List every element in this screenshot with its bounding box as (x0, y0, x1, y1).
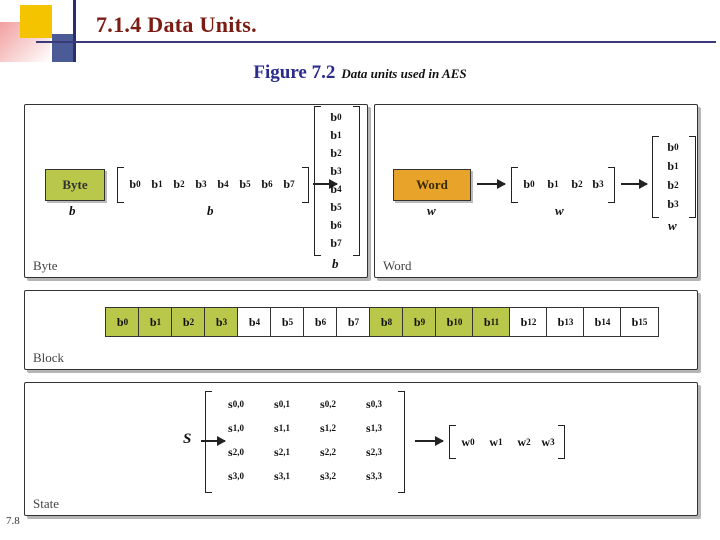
state-cell-2-1: s 2,1 (274, 444, 290, 459)
panel-state: State S s 0,0 s 0,1 s 0,2 s 0,3 s 1,0 s 1,1 s1… (24, 382, 698, 516)
byte-col-cell-0: b0 (330, 109, 342, 124)
page-title: 7.1.4 Data Units. (96, 12, 257, 37)
state-cell-1-2: s 1,2 (320, 420, 336, 435)
state-cell-0-2: s 0,2 (320, 396, 336, 411)
byte-row-cell-0: b0 (129, 176, 141, 191)
header-rule (36, 41, 716, 43)
state-word-3: w3 (541, 434, 555, 449)
state-cell-2-2: s 2,2 (320, 444, 336, 459)
word-column-group: b0 b1 b2 b3 w (652, 136, 698, 233)
byte-col-cell-7: b7 (330, 235, 342, 250)
word-arrow-1-icon (477, 179, 506, 189)
decoration-vertical-line (73, 0, 76, 62)
state-word-0: w0 (461, 434, 475, 449)
decoration-blue-square (52, 34, 74, 62)
slide-number: 7.8 (6, 515, 20, 527)
state-cell-3-1: s 3,1 (274, 468, 290, 483)
block-cell-2: b2 (171, 307, 206, 337)
word-col-cell-0: b0 (667, 139, 679, 154)
word-box: Word (393, 169, 471, 201)
word-col-cell-2: b2 (667, 177, 679, 192)
state-cell-3-2: s 3,2 (320, 468, 336, 483)
block-cell-7: b7 (336, 307, 371, 337)
block-cell-11: b 11 (472, 307, 511, 337)
state-cell-0-0: s 0,0 (228, 396, 244, 411)
header-decoration (0, 0, 92, 62)
panel-byte-label: Byte (33, 258, 58, 273)
panel-block-label: Block (33, 350, 65, 365)
block-cell-13: b 13 (546, 307, 585, 337)
word-col-cell-1: b1 (667, 158, 679, 173)
word-row-cell-1: b1 (547, 176, 559, 191)
block-cell-1: b1 (138, 307, 173, 337)
byte-row-cell-1: b1 (151, 176, 163, 191)
byte-col-cell-5: b5 (330, 199, 342, 214)
state-cell-3-0: s 3,0 (228, 468, 244, 483)
byte-row-cell-5: b5 (239, 176, 251, 191)
block-cell-3: b3 (204, 307, 239, 337)
block-cell-5: b5 (270, 307, 305, 337)
block-cell-10: b 10 (435, 307, 474, 337)
figure-number: Figure 7.2 (253, 62, 336, 83)
byte-box-subscript: b (69, 203, 76, 218)
word-column-subscript: w (668, 218, 677, 233)
figure-caption-line: Figure 7.2 Data units used in AES (0, 62, 720, 84)
word-arrow-2-icon (621, 179, 648, 189)
byte-box-label: Byte (62, 177, 88, 192)
byte-col-cell-6: b6 (330, 217, 342, 232)
byte-col-cell-1: b1 (330, 127, 342, 142)
state-cell-2-0: s 2,0 (228, 444, 244, 459)
block-cell-9: b9 (402, 307, 437, 337)
byte-row-subscript: b (207, 203, 214, 218)
block-cell-6: b6 (303, 307, 338, 337)
block-cell-15: b 15 (620, 307, 659, 337)
state-arrow-2-icon (415, 436, 444, 446)
panel-state-label: State (33, 496, 59, 511)
byte-col-cell-4: b4 (330, 181, 342, 196)
decoration-yellow-square (20, 5, 52, 38)
state-cell-3-3: s 3,3 (366, 468, 382, 483)
block-cell-14: b 14 (583, 307, 622, 337)
block-cell-8: b8 (369, 307, 404, 337)
byte-column-group: b0 b1 b2 b3 b4 b5 b6 b7 b (314, 106, 362, 271)
block-cell-0: b0 (105, 307, 140, 337)
figure-caption: Data units used in AES (341, 66, 467, 81)
word-row-subscript: w (555, 203, 564, 218)
byte-row-cell-2: b2 (173, 176, 185, 191)
block-cell-4: b4 (237, 307, 272, 337)
word-row-cell-3: b3 (592, 176, 604, 191)
panel-word-label: Word (383, 258, 412, 273)
state-cell-2-3: s 2,3 (366, 444, 382, 459)
state-word-1: w1 (489, 434, 503, 449)
byte-column-subscript: b (332, 256, 339, 271)
word-box-label: Word (416, 177, 448, 192)
word-row-cell-0: b0 (523, 176, 535, 191)
state-word-2: w2 (517, 434, 531, 449)
panel-block: Block b0 b1 b2 b3 b4 b5 b6 b7 b8 b9 b 10 … (24, 290, 698, 370)
state-cell-1-0: s 1,0 (228, 420, 244, 435)
block-cell-12: b 12 (509, 307, 548, 337)
word-row-cell-2: b2 (571, 176, 583, 191)
word-box-subscript: w (427, 203, 436, 218)
byte-row-cell-7: b7 (283, 176, 295, 191)
byte-row-cell-3: b3 (195, 176, 207, 191)
byte-row-cell-4: b4 (217, 176, 229, 191)
state-name: S (183, 431, 192, 447)
byte-col-cell-3: b3 (330, 163, 342, 178)
word-col-cell-3: b3 (667, 196, 679, 211)
state-cell-0-3: s 0,3 (366, 396, 382, 411)
state-cell-0-1: s 0,1 (274, 396, 290, 411)
panel-word: Word Word w b0 b1 b2 b3 w (374, 104, 698, 278)
byte-box: Byte (45, 169, 105, 201)
byte-row-cell-6: b6 (261, 176, 273, 191)
byte-col-cell-2: b2 (330, 145, 342, 160)
state-cell-1-1: s 1,1 (274, 420, 290, 435)
state-cell-1-3: s 1,3 (366, 420, 382, 435)
